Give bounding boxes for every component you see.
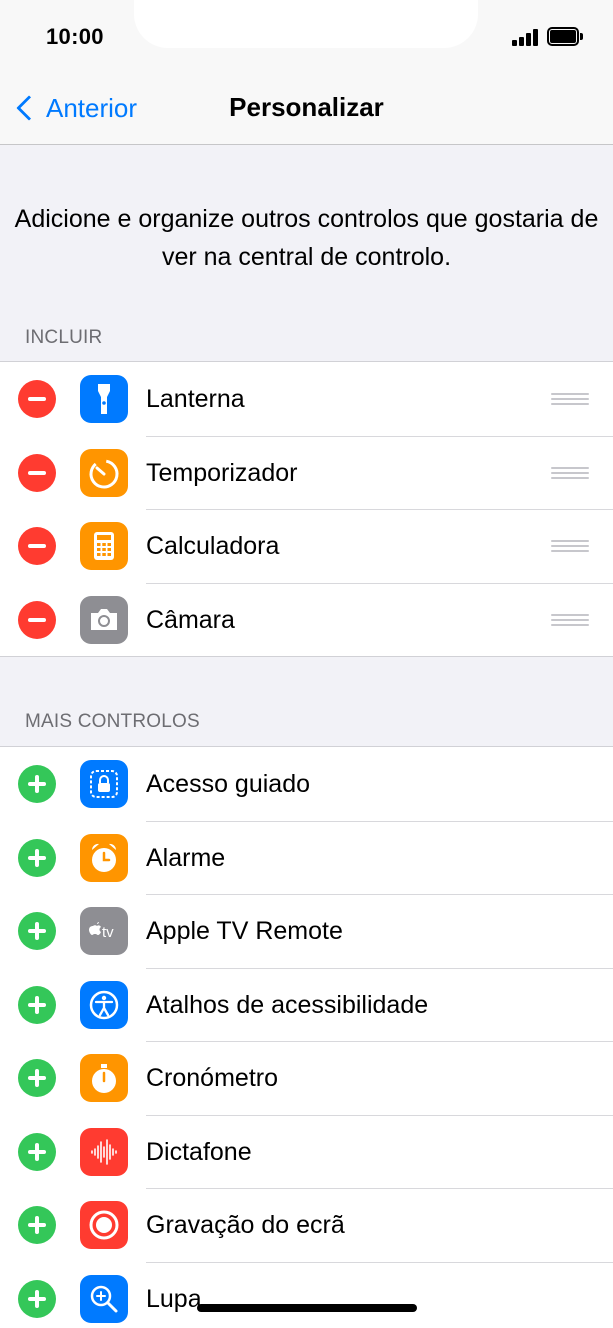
customize-screen: 10:00 Anterior Personalizar Adicione e o… <box>0 0 613 1328</box>
list-item-label: Cronómetro <box>146 1064 278 1092</box>
remove-button[interactable] <box>18 600 56 639</box>
page-title: Personalizar <box>229 92 384 122</box>
more-controls-list: Acesso guiado Alarme tv Apple TV Remote … <box>0 746 613 1328</box>
calculator-icon <box>80 522 128 570</box>
stopwatch-icon <box>80 1054 128 1102</box>
add-button[interactable] <box>18 985 56 1024</box>
guided-access-icon <box>80 760 128 808</box>
list-item-label: Temporizador <box>146 458 298 487</box>
list-item-voice-memos: Dictafone <box>0 1114 613 1189</box>
list-item-label: Atalhos de acessibilidade <box>146 990 429 1019</box>
list-item-label: Gravação do ecrã <box>146 1211 345 1239</box>
list-item-magnifier: Lupa <box>0 1261 613 1328</box>
list-item-camera: Câmara <box>0 582 613 657</box>
list-item-label: Lupa <box>146 1284 202 1313</box>
reorder-handle-icon[interactable] <box>551 466 589 479</box>
svg-text:tv: tv <box>102 924 114 941</box>
apple-tv-icon: tv <box>80 907 128 955</box>
status-time: 10:00 <box>46 24 104 49</box>
voice-memo-icon <box>80 1127 128 1176</box>
list-item-label: Lanterna <box>146 385 245 413</box>
list-item-alarm: Alarme <box>0 820 613 895</box>
screen-record-icon <box>80 1201 128 1249</box>
add-button[interactable] <box>18 1132 56 1171</box>
list-item-label: Câmara <box>146 605 235 634</box>
remove-button[interactable] <box>18 453 56 492</box>
timer-icon <box>80 448 128 497</box>
camera-icon <box>80 595 128 644</box>
signal-icon <box>512 28 542 46</box>
add-button[interactable] <box>18 1206 56 1244</box>
list-item-label: Dictafone <box>146 1137 252 1166</box>
list-item-screen-recording: Gravação do ecrã <box>0 1188 613 1262</box>
list-item-guided-access: Acesso guiado <box>0 747 613 821</box>
add-button[interactable] <box>18 912 56 950</box>
list-item-stopwatch: Cronómetro <box>0 1041 613 1115</box>
reorder-handle-icon[interactable] <box>551 613 589 626</box>
reorder-handle-icon[interactable] <box>551 393 589 405</box>
intro-description: Adicione e organize outros controlos que… <box>14 205 599 271</box>
add-button[interactable] <box>18 1279 56 1318</box>
notch <box>134 0 478 48</box>
list-item-label: Alarme <box>146 843 226 872</box>
add-button[interactable] <box>18 838 56 877</box>
list-item-label: Calculadora <box>146 532 280 560</box>
list-item-label: Acesso guiado <box>146 770 311 798</box>
list-item-flashlight: Lanterna <box>0 362 613 436</box>
battery-icon <box>547 27 583 46</box>
add-button[interactable] <box>18 765 56 803</box>
list-item-label: Apple TV Remote <box>146 917 343 945</box>
remove-button[interactable] <box>18 380 56 418</box>
flashlight-icon <box>80 375 128 423</box>
alarm-icon <box>80 833 128 882</box>
list-item-accessibility-shortcuts: Atalhos de acessibilidade <box>0 967 613 1042</box>
more-section-header: MAIS CONTROLOS <box>25 711 200 732</box>
include-list: Lanterna Temporizador Calculadora Câmara <box>0 361 613 657</box>
accessibility-icon <box>80 980 128 1029</box>
list-item-timer: Temporizador <box>0 435 613 510</box>
list-item-calculator: Calculadora <box>0 509 613 583</box>
reorder-handle-icon[interactable] <box>551 540 589 552</box>
magnifier-icon <box>80 1274 128 1323</box>
remove-button[interactable] <box>18 527 56 565</box>
add-button[interactable] <box>18 1059 56 1097</box>
list-item-apple-tv-remote: tv Apple TV Remote <box>0 894 613 968</box>
include-section-header: INCLUIR <box>25 327 103 348</box>
navigation-bar: Anterior Personalizar <box>0 72 613 145</box>
status-bar: 10:00 <box>0 0 613 72</box>
home-indicator[interactable] <box>197 1304 417 1312</box>
